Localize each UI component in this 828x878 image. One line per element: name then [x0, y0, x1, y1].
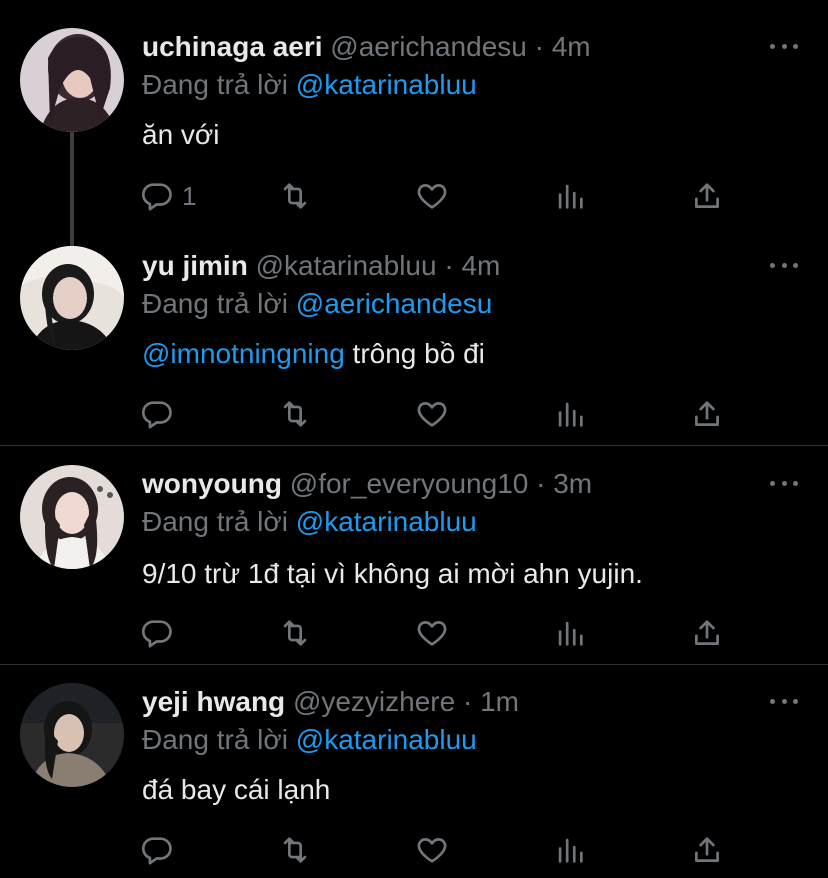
like-button[interactable] [415, 176, 449, 216]
analytics-button[interactable] [553, 176, 587, 216]
replying-to: Đang trả lời @katarinabluu [142, 68, 477, 102]
retweet-button[interactable] [278, 613, 312, 653]
reply-count: 1 [182, 180, 197, 211]
analytics-icon [558, 402, 583, 427]
retweet-icon [283, 620, 307, 646]
reply-icon [141, 620, 172, 648]
tweet[interactable]: wonyoung @for_everyoung10 · 3m Đang trả … [0, 446, 828, 664]
tweet-body: 9/10 trừ 1đ tại vì không ai mời ahn yuji… [142, 558, 643, 589]
timestamp[interactable]: 4m [552, 31, 591, 62]
reply-icon [141, 401, 172, 429]
tweet-body: ăn với [142, 119, 220, 150]
reply-icon [141, 837, 172, 865]
more-options-icon[interactable] [770, 687, 798, 715]
analytics-icon [558, 838, 583, 863]
reply-button[interactable] [140, 613, 174, 653]
share-button[interactable] [690, 394, 724, 434]
retweet-button[interactable] [278, 176, 312, 216]
separator-dot: · [534, 31, 544, 62]
like-button[interactable] [415, 613, 449, 653]
share-button[interactable] [690, 830, 724, 870]
share-icon [695, 401, 719, 426]
separator-dot: · [444, 250, 454, 281]
replying-to-mention[interactable]: @katarinabluu [296, 506, 477, 537]
separator-dot: · [536, 468, 546, 499]
more-options-icon[interactable] [770, 469, 798, 497]
timestamp[interactable]: 3m [553, 468, 592, 499]
tweet-header: uchinaga aeri @aerichandesu · 4m [142, 30, 591, 64]
share-icon [695, 837, 719, 862]
timestamp[interactable]: 4m [461, 250, 500, 281]
more-options-icon[interactable] [770, 251, 798, 279]
tweet-body: đá bay cái lạnh [142, 774, 331, 805]
analytics-button[interactable] [553, 830, 587, 870]
text-mention[interactable]: @imnotningning [142, 338, 345, 369]
tweet-text: ăn với [142, 118, 220, 152]
username-handle[interactable]: @aerichandesu [330, 31, 527, 62]
username-handle[interactable]: @for_everyoung10 [290, 468, 529, 499]
action-bar [0, 394, 828, 434]
tweet-header: yeji hwang @yezyizhere · 1m [142, 685, 519, 719]
heart-icon [417, 838, 447, 863]
reply-icon [141, 183, 172, 211]
tweet-text: @imnotningning trông bồ đi [142, 337, 485, 371]
share-button[interactable] [690, 613, 724, 653]
share-button[interactable] [690, 176, 724, 216]
action-bar: 1 [0, 176, 828, 216]
more-options-icon[interactable] [770, 32, 798, 60]
tweet-text: đá bay cái lạnh [142, 773, 330, 807]
replying-to-mention[interactable]: @aerichandesu [296, 288, 493, 319]
replying-label: Đang trả lời [142, 288, 288, 319]
heart-icon [417, 184, 447, 209]
separator-dot: · [462, 686, 473, 717]
username-handle[interactable]: @yezyizhere [293, 686, 455, 717]
avatar[interactable] [20, 683, 124, 787]
replying-to: Đang trả lời @katarinabluu [142, 723, 477, 757]
display-name[interactable]: yeji hwang [142, 686, 285, 717]
replying-to-mention[interactable]: @katarinabluu [296, 724, 477, 755]
retweet-icon [283, 183, 307, 209]
replying-to: Đang trả lời @aerichandesu [142, 287, 492, 321]
tweet-header: wonyoung @for_everyoung10 · 3m [142, 467, 592, 501]
like-button[interactable] [415, 394, 449, 434]
reply-button[interactable]: 1 [140, 176, 196, 216]
reply-button[interactable] [140, 830, 174, 870]
tweet-header: yu jimin @katarinabluu · 4m [142, 249, 500, 283]
replying-to-mention[interactable]: @katarinabluu [296, 69, 477, 100]
analytics-button[interactable] [553, 613, 587, 653]
display-name[interactable]: wonyoung [142, 468, 282, 499]
timestamp[interactable]: 1m [480, 686, 519, 717]
action-bar [0, 613, 828, 653]
retweet-button[interactable] [278, 394, 312, 434]
reply-button[interactable] [140, 394, 174, 434]
display-name[interactable]: uchinaga aeri [142, 31, 323, 62]
retweet-icon [283, 401, 307, 427]
tweet-body: trông bồ đi [344, 338, 485, 369]
analytics-button[interactable] [553, 394, 587, 434]
avatar[interactable] [20, 465, 124, 569]
tweet[interactable]: yu jimin @katarinabluu · 4m Đang trả lời… [0, 225, 828, 445]
heart-icon [417, 402, 447, 427]
replying-to: Đang trả lời @katarinabluu [142, 505, 477, 539]
username-handle[interactable]: @katarinabluu [256, 250, 437, 281]
avatar[interactable] [20, 246, 124, 350]
share-icon [695, 183, 719, 208]
tweet[interactable]: uchinaga aeri @aerichandesu · 4m Đang tr… [0, 0, 828, 250]
replying-label: Đang trả lời [142, 69, 288, 100]
display-name[interactable]: yu jimin [142, 250, 248, 281]
replying-label: Đang trả lời [142, 724, 288, 755]
analytics-icon [558, 621, 583, 646]
action-bar [0, 830, 828, 870]
replying-label: Đang trả lời [142, 506, 288, 537]
tweet[interactable]: yeji hwang @yezyizhere · 1m Đang trả lời… [0, 665, 828, 878]
retweet-icon [283, 837, 307, 863]
analytics-icon [558, 184, 583, 209]
like-button[interactable] [415, 830, 449, 870]
heart-icon [417, 621, 447, 646]
tweet-text: 9/10 trừ 1đ tại vì không ai mời ahn yuji… [142, 557, 643, 591]
avatar[interactable] [20, 28, 124, 132]
share-icon [695, 620, 719, 645]
retweet-button[interactable] [278, 830, 312, 870]
